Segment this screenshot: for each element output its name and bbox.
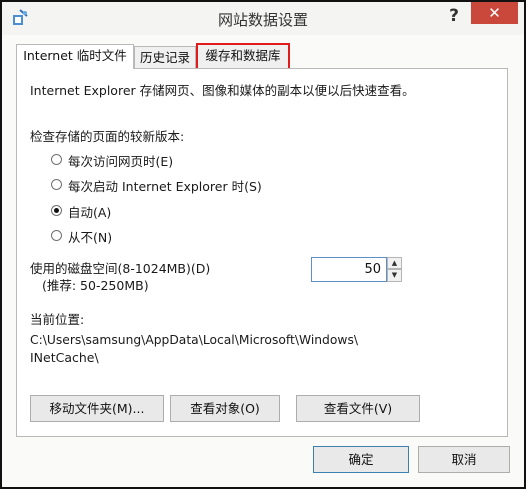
ok-button[interactable]: 确定 [313,446,409,473]
spin-up-button[interactable]: ▲ [387,257,402,269]
description-text: Internet Explorer 存储网页、图像和媒体的副本以便以后快速查看。 [30,83,415,98]
tab-panel [16,68,508,437]
radio-automatic-label[interactable]: 自动(A) [68,202,111,221]
help-button[interactable]: ? [439,5,469,27]
radio-automatic[interactable] [51,205,62,216]
view-files-button[interactable]: 查看文件(V) [296,395,420,422]
disk-space-hint: (推荐: 50-250MB) [42,278,149,293]
tab-temporary-internet-files[interactable]: Internet 临时文件 [16,44,134,69]
radio-every-visit[interactable] [51,154,62,165]
tab-caches-and-databases[interactable]: 缓存和数据库 [196,43,290,70]
arrow-up-icon: ▲ [391,259,398,267]
cancel-button[interactable]: 取消 [418,446,510,473]
spin-down-button[interactable]: ▼ [387,269,402,282]
view-objects-button[interactable]: 查看对象(O) [170,395,280,422]
radio-never[interactable] [51,230,62,241]
current-location-path-line1: C:\Users\samsung\AppData\Local\Microsoft… [30,333,358,347]
disk-space-input[interactable]: 50 [311,257,387,282]
move-folder-button[interactable]: 移动文件夹(M)... [30,395,164,422]
arrow-down-icon: ▼ [391,271,398,279]
current-location-path-line2: INetCache\ [30,350,99,365]
radio-every-visit-label[interactable]: 每次访问网页时(E) [68,151,173,170]
radio-never-label[interactable]: 从不(N) [68,227,112,246]
title-bar[interactable]: 网站数据设置 ? ✕ [2,2,524,35]
radio-every-start[interactable] [51,179,62,190]
radio-every-start-label[interactable]: 每次启动 Internet Explorer 时(S) [68,176,262,195]
check-versions-label: 检查存储的页面的较新版本: [30,129,185,144]
tab-history[interactable]: 历史记录 [134,46,196,68]
dialog-window: 网站数据设置 ? ✕ Internet 临时文件 历史记录 缓存和数据库 Int… [0,0,526,489]
close-button[interactable]: ✕ [471,2,518,24]
current-location-label: 当前位置: [30,312,85,327]
